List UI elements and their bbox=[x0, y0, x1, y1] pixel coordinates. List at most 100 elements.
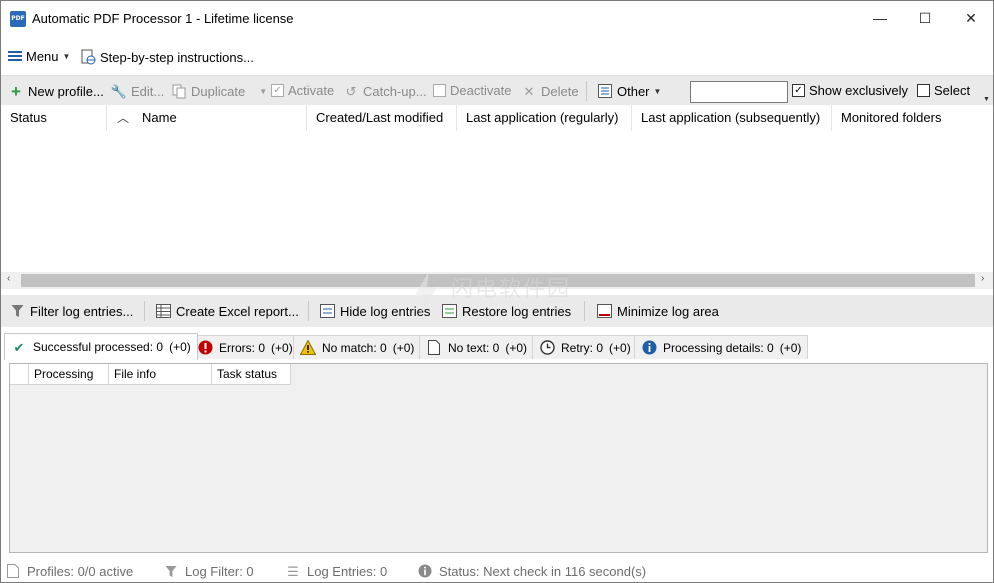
tab-label: Processing details: 0 bbox=[663, 340, 774, 355]
minimize-area-icon bbox=[596, 303, 612, 319]
main-menu-label: Menu bbox=[26, 49, 59, 64]
tab-processing-details[interactable]: Processing details: 0 (+0) bbox=[634, 335, 809, 359]
filter-icon bbox=[163, 563, 179, 579]
duplicate-button[interactable]: Duplicate ▼ bbox=[171, 83, 267, 99]
deactivate-button[interactable]: Deactivate bbox=[433, 83, 511, 98]
document-icon bbox=[426, 340, 442, 356]
column-row-indicator bbox=[10, 364, 29, 385]
profile-search-input[interactable] bbox=[690, 81, 788, 103]
status-next-check: Status: Next check in 116 second(s) bbox=[417, 563, 646, 579]
tab-label: No match: 0 bbox=[322, 340, 387, 355]
chevron-down-icon: ▼ bbox=[653, 86, 662, 96]
column-file-info[interactable]: File info bbox=[109, 364, 212, 385]
log-table-header: Processing File info Task status bbox=[10, 364, 291, 385]
tab-delta: (+0) bbox=[392, 340, 415, 355]
toolbar-divider bbox=[308, 301, 309, 321]
tab-label: Errors: 0 bbox=[219, 340, 266, 355]
catch-up-label: Catch-up... bbox=[363, 83, 427, 99]
new-profile-button[interactable]: + New profile... bbox=[8, 81, 104, 101]
status-log-filter-text: Log Filter: 0 bbox=[185, 563, 254, 579]
restore-entries-icon bbox=[441, 303, 457, 319]
tab-no-match[interactable]: No match: 0 (+0) bbox=[293, 335, 422, 359]
tab-delta: (+0) bbox=[505, 340, 528, 355]
other-label: Other bbox=[617, 83, 650, 99]
checkbox-icon: ✓ bbox=[271, 84, 284, 97]
history-icon: ↺ bbox=[345, 83, 357, 99]
scrollbar-thumb[interactable] bbox=[21, 274, 975, 287]
scroll-right-icon[interactable]: › bbox=[981, 273, 984, 284]
duplicate-label: Duplicate bbox=[191, 83, 246, 99]
app-logo-icon: PDF bbox=[10, 11, 26, 27]
info-icon bbox=[417, 563, 433, 579]
error-icon bbox=[197, 340, 213, 356]
column-processing[interactable]: Processing bbox=[29, 364, 109, 385]
tab-successful[interactable]: ✔ Successful processed: 0 (+0) bbox=[4, 333, 198, 360]
excel-report-button[interactable]: Create Excel report... bbox=[155, 303, 299, 319]
edit-button[interactable]: 🔧 Edit... bbox=[111, 83, 164, 99]
tab-delta: (+0) bbox=[779, 340, 802, 355]
toolbar-divider bbox=[584, 301, 585, 321]
minimize-button[interactable]: — bbox=[857, 1, 903, 35]
column-status[interactable]: Status bbox=[1, 105, 107, 131]
activate-label: Activate bbox=[288, 83, 335, 98]
select-checkbox[interactable]: Select bbox=[917, 83, 970, 98]
x-icon: ✕ bbox=[523, 83, 535, 99]
check-icon: ✔ bbox=[13, 339, 25, 355]
chevron-down-icon: ▼ bbox=[62, 52, 71, 61]
delete-button[interactable]: ✕ Delete bbox=[521, 83, 579, 99]
plus-icon: + bbox=[11, 81, 21, 101]
app-window: PDF Automatic PDF Processor 1 - Lifetime… bbox=[0, 0, 994, 583]
hide-log-label: Hide log entries bbox=[340, 303, 431, 319]
activate-button[interactable]: ✓ Activate bbox=[271, 83, 334, 98]
column-task-status[interactable]: Task status bbox=[212, 364, 291, 385]
filter-log-button[interactable]: Filter log entries... bbox=[9, 303, 133, 319]
sort-ascending-icon: ︿ bbox=[117, 111, 130, 125]
list-icon bbox=[597, 83, 613, 99]
duplicate-icon bbox=[171, 83, 187, 99]
tab-delta: (+0) bbox=[271, 340, 293, 355]
spreadsheet-icon bbox=[155, 303, 171, 319]
profiles-table-header: Status ︿ Name Created/Last modified Last… bbox=[1, 105, 993, 131]
column-last-application-subsequently[interactable]: Last application (subsequently) bbox=[632, 105, 832, 131]
maximize-button[interactable]: ☐ bbox=[902, 1, 948, 35]
other-menu-button[interactable]: Other ▼ bbox=[597, 83, 661, 99]
tab-label: Retry: 0 bbox=[561, 340, 604, 355]
new-profile-label: New profile... bbox=[28, 83, 104, 99]
restore-log-button[interactable]: Restore log entries bbox=[441, 303, 571, 319]
hide-log-button[interactable]: Hide log entries bbox=[319, 303, 430, 319]
select-label: Select bbox=[934, 83, 971, 98]
column-name[interactable]: ︿ Name bbox=[107, 105, 307, 131]
tab-no-text[interactable]: No text: 0 (+0) bbox=[419, 335, 535, 359]
minimize-log-button[interactable]: Minimize log area bbox=[596, 303, 719, 319]
log-table: Processing File info Task status bbox=[9, 363, 988, 553]
status-profiles: Profiles: 0/0 active bbox=[5, 563, 133, 579]
status-next-check-text: Status: Next check in 116 second(s) bbox=[439, 563, 647, 579]
document-web-icon bbox=[80, 49, 96, 65]
main-menu-button[interactable]: Menu ▼ bbox=[8, 49, 70, 64]
tab-delta: (+0) bbox=[169, 340, 191, 354]
horizontal-scrollbar[interactable]: ‹ › bbox=[1, 272, 993, 289]
instructions-button[interactable]: Step-by-step instructions... bbox=[80, 49, 254, 65]
profiles-toolbar: + New profile... 🔧 Edit... Duplicate ▼ ✓… bbox=[1, 75, 993, 105]
status-log-entries: ☰ Log Entries: 0 bbox=[285, 563, 387, 579]
catch-up-button[interactable]: ↺ Catch-up... bbox=[343, 83, 427, 99]
log-tabs: ✔ Successful processed: 0 (+0) Errors: 0… bbox=[1, 333, 993, 360]
show-exclusively-checkbox[interactable]: ✓ Show exclusively bbox=[792, 83, 908, 98]
scroll-left-icon[interactable]: ‹ bbox=[7, 273, 10, 284]
hamburger-icon bbox=[8, 51, 22, 62]
column-monitored-folders[interactable]: Monitored folders bbox=[832, 105, 993, 131]
instructions-label: Step-by-step instructions... bbox=[100, 49, 254, 65]
checkbox-checked-icon: ✓ bbox=[792, 84, 805, 97]
overflow-chevron-icon[interactable]: ▼ bbox=[983, 96, 990, 103]
status-log-filter: Log Filter: 0 bbox=[163, 563, 254, 579]
checkbox-empty-icon bbox=[917, 84, 930, 97]
clock-icon bbox=[539, 340, 555, 356]
delete-label: Delete bbox=[541, 83, 579, 99]
chevron-down-icon: ▼ bbox=[259, 86, 268, 96]
excel-report-label: Create Excel report... bbox=[176, 303, 299, 319]
column-last-application-regularly[interactable]: Last application (regularly) bbox=[457, 105, 632, 131]
column-created[interactable]: Created/Last modified bbox=[307, 105, 457, 131]
close-button[interactable]: ✕ bbox=[948, 1, 993, 35]
tab-retry[interactable]: Retry: 0 (+0) bbox=[532, 335, 638, 359]
tab-errors[interactable]: Errors: 0 (+0) bbox=[190, 335, 300, 359]
